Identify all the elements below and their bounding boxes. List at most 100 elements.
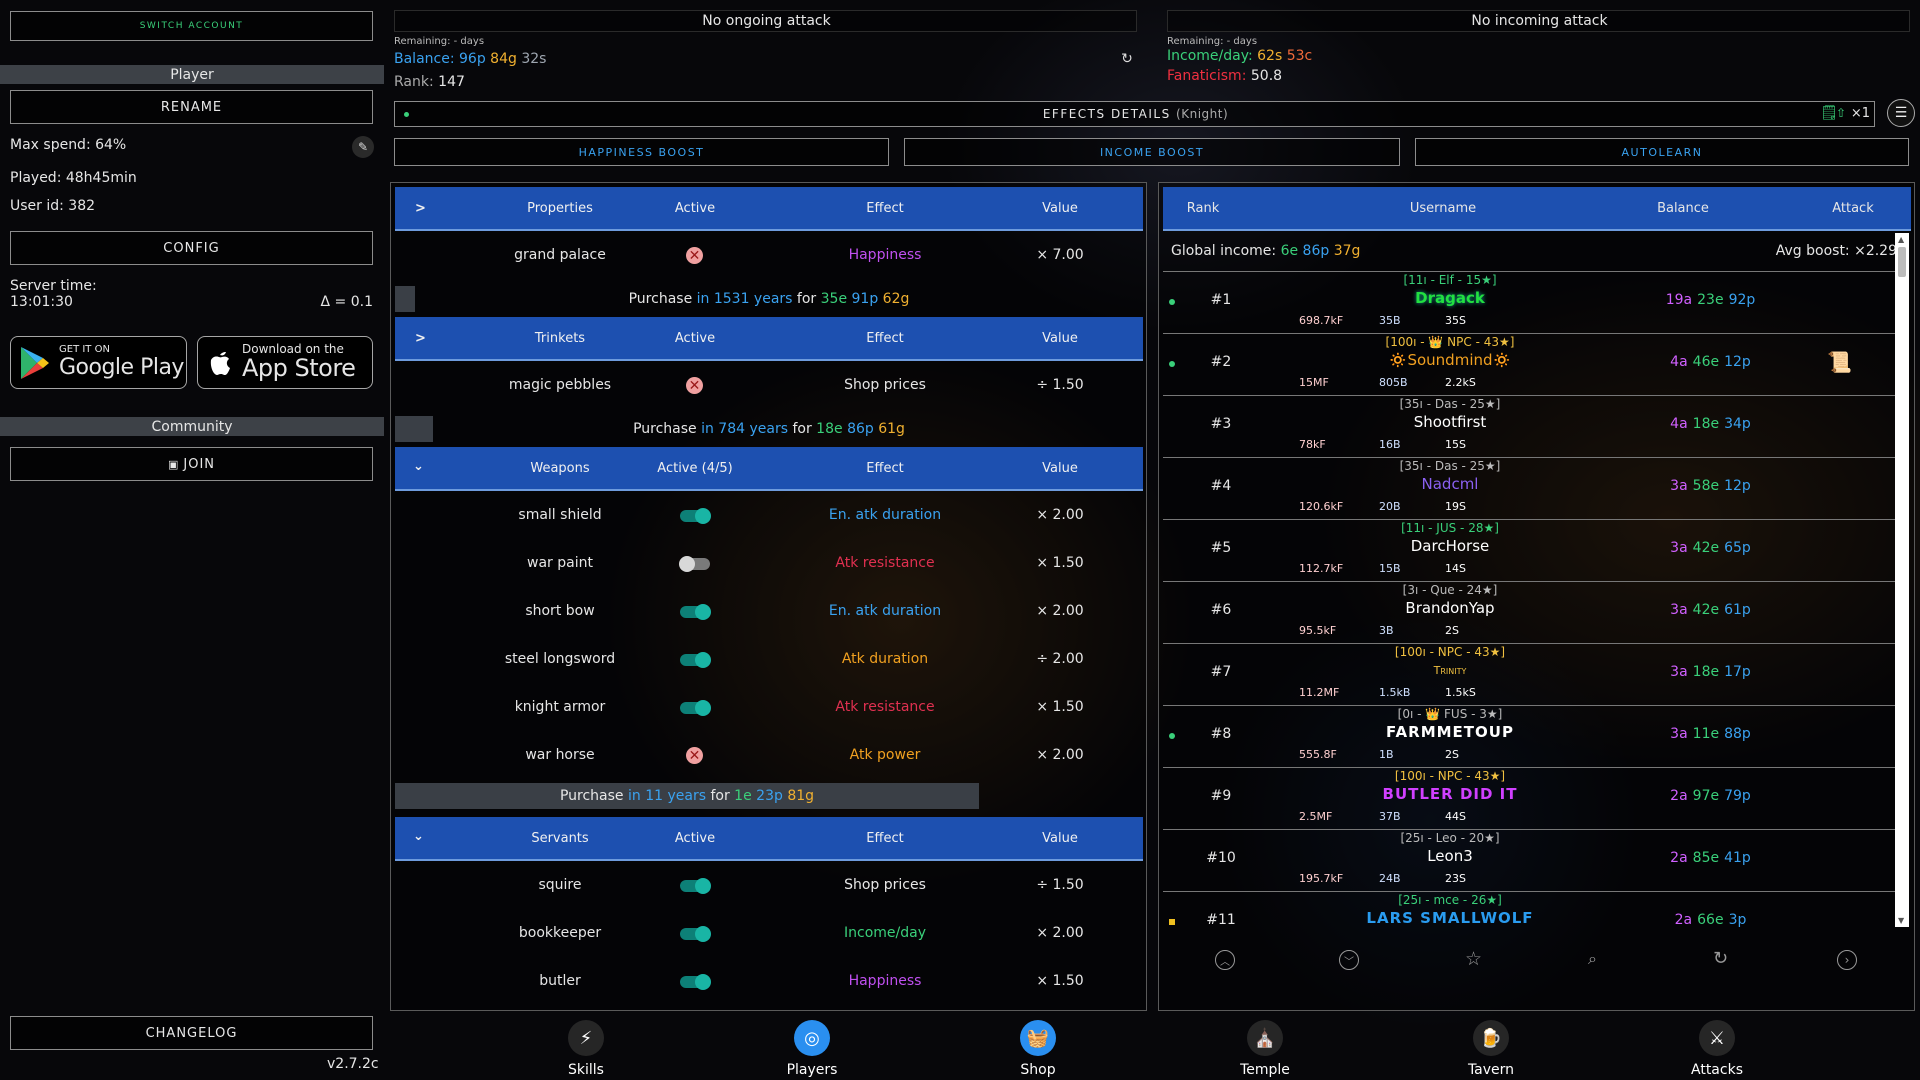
player-username[interactable]: Leon3 xyxy=(1295,847,1605,865)
active-toggle[interactable] xyxy=(680,604,711,620)
player-username[interactable]: FARMMETOUP xyxy=(1295,723,1605,741)
player-row[interactable]: #11 [25ı - mce - 26★] LARS SMALLWOLF 2a 66e 3… xyxy=(1163,892,1903,927)
weapons-purchase-line[interactable]: Purchase in 11 years for 1e 23p 81g xyxy=(395,783,979,809)
nav-shop[interactable]: 🧺 Shop xyxy=(1008,1020,1068,1078)
player-row[interactable]: #7 [100ı - NPC - 43★] Trinity 11.2MF 1.5kB 1.… xyxy=(1163,644,1903,706)
nav-temple[interactable]: ⛪ Temple xyxy=(1235,1020,1295,1078)
player-row[interactable]: #6 [3ı - Que - 24★] BrandonYap 95.5kF 3B 2S 3a… xyxy=(1163,582,1903,644)
item-effect: Shop prices xyxy=(844,377,926,393)
player-stat: 195.7kF xyxy=(1299,872,1344,885)
player-balance: 3a 11e 88p xyxy=(1563,726,1863,742)
player-username[interactable]: LARS SMALLWOLF xyxy=(1295,909,1605,927)
scroll-bottom-button[interactable]: ﹀ xyxy=(1339,950,1359,970)
player-row[interactable]: #5 [11ı - JUS - 28★] DarcHorse 112.7kF 15B 14… xyxy=(1163,520,1903,582)
scroll-up-arrow[interactable]: ▲ xyxy=(1898,235,1904,244)
rename-button[interactable]: RENAME xyxy=(10,90,373,124)
balance-part: 97e xyxy=(1692,788,1720,804)
servants-header[interactable]: ⌄ Servants Active Effect Value xyxy=(395,817,1143,861)
list-icon: ☰ xyxy=(1894,105,1908,121)
nav-attacks[interactable]: ⚔ Attacks xyxy=(1687,1020,1747,1078)
scroll-top-button[interactable]: ︿ xyxy=(1215,950,1235,970)
player-username[interactable]: DarcHorse xyxy=(1295,537,1605,555)
player-username[interactable]: Nadcml xyxy=(1295,475,1605,493)
active-toggle[interactable] xyxy=(680,926,711,942)
active-toggle[interactable] xyxy=(680,652,711,668)
scrollbar[interactable]: ▲ ▼ xyxy=(1895,233,1909,927)
properties-active-col: Active xyxy=(674,201,716,216)
balance-s: 32s xyxy=(521,51,547,67)
outgoing-remaining: Remaining: - days xyxy=(394,36,485,47)
player-stat: 44S xyxy=(1445,810,1466,823)
purchase-p: 91p xyxy=(851,291,879,307)
player-meta: [100ı - 👑 NPC - 43★] xyxy=(1385,335,1515,349)
basket-icon: 🧺 xyxy=(1020,1020,1056,1056)
menu-button[interactable]: ☰ xyxy=(1887,99,1915,127)
purchase-when: in 1531 years xyxy=(696,291,793,307)
player-row[interactable]: #1 [11ı - Elf - 15★] Dragack 698.7kF 35B 35S 1… xyxy=(1163,272,1903,334)
scroll-icon[interactable]: 📜 xyxy=(1827,350,1852,374)
properties-purchase-line[interactable]: Purchase in 1531 years for 35e 91p 62g xyxy=(395,286,1143,312)
favorites-star-icon[interactable]: ☆ xyxy=(1465,948,1482,970)
item-name: grand palace xyxy=(514,247,606,263)
balance-part: 79p xyxy=(1724,788,1751,804)
nav-tavern[interactable]: 🍺 Tavern xyxy=(1461,1020,1521,1078)
player-username[interactable]: BrandonYap xyxy=(1295,599,1605,617)
rank-col[interactable]: Rank xyxy=(1173,201,1233,216)
nav-skills[interactable]: ⚡ Skills xyxy=(556,1020,616,1078)
player-username[interactable]: Dragack xyxy=(1295,289,1605,307)
search-icon[interactable]: ⌕ xyxy=(1588,949,1597,969)
active-toggle[interactable] xyxy=(680,700,711,716)
player-username[interactable]: Trinity xyxy=(1295,664,1605,677)
shop-item-row: war paint Atk resistance × 1.50 xyxy=(395,539,1143,587)
google-play-badge[interactable]: GET IT ON Google Play xyxy=(10,336,187,389)
happiness-boost-button[interactable]: HAPPINESS BOOST xyxy=(394,138,889,166)
effects-details-bar[interactable]: EFFECTS DETAILS (Knight) 🗒 ⇧ ×1 xyxy=(394,101,1875,127)
player-row[interactable]: #3 [35ı - Das - 25★] Shootfirst 78kF 16B 15S 4… xyxy=(1163,396,1903,458)
app-store-badge[interactable]: Download on the App Store xyxy=(197,336,373,389)
player-row[interactable]: #9 [100ı - NPC - 43★] BUTLER DID IT 2.5MF 37… xyxy=(1163,768,1903,830)
inactive-x-icon[interactable]: ✕ xyxy=(686,247,703,264)
scroll-thumb[interactable] xyxy=(1898,247,1906,277)
player-stat: 95.5kF xyxy=(1299,624,1337,637)
active-toggle[interactable] xyxy=(680,878,711,894)
shop-item-row: butler Happiness × 1.50 xyxy=(395,957,1143,1005)
item-effect: En. atk duration xyxy=(828,603,942,619)
status-dot xyxy=(1169,361,1175,367)
next-page-button[interactable]: › xyxy=(1837,950,1857,970)
income-boost-button[interactable]: INCOME BOOST xyxy=(904,138,1400,166)
nav-players[interactable]: ◎ Players xyxy=(782,1020,842,1078)
player-username[interactable]: Shootfirst xyxy=(1295,413,1605,431)
google-play-big-text: Google Play xyxy=(59,355,184,380)
trinkets-purchase-line[interactable]: Purchase in 784 years for 18e 86p 61g xyxy=(395,416,1143,442)
google-play-small-text: GET IT ON xyxy=(59,344,110,355)
active-toggle[interactable] xyxy=(680,508,711,524)
player-row[interactable]: #8 [0ı - 👑 FUS - 3★] FARMMETOUP 555.8F 1B 2S 3… xyxy=(1163,706,1903,768)
inactive-x-icon[interactable]: ✕ xyxy=(686,377,703,394)
inactive-x-icon[interactable]: ✕ xyxy=(686,747,703,764)
nav-players-label: Players xyxy=(786,1062,838,1078)
properties-header[interactable]: > Properties Active Effect Value xyxy=(395,187,1143,231)
refresh-balance-button[interactable]: ↻ xyxy=(1118,50,1136,68)
weapons-effect-col: Effect xyxy=(866,461,904,476)
username-col[interactable]: Username xyxy=(1343,201,1543,216)
target-icon: ◎ xyxy=(794,1020,830,1056)
join-button[interactable]: ▣ JOIN xyxy=(10,447,373,481)
player-row[interactable]: #4 [35ı - Das - 25★] Nadcml 120.6kF 20B 19S 3a… xyxy=(1163,458,1903,520)
trinkets-header[interactable]: > Trinkets Active Effect Value xyxy=(395,317,1143,361)
active-toggle[interactable] xyxy=(679,556,710,572)
weapons-header[interactable]: ⌄ Weapons Active (4/5) Effect Value xyxy=(395,447,1143,491)
switch-account-button[interactable]: SWITCH ACCOUNT xyxy=(10,11,373,41)
scroll-down-arrow[interactable]: ▼ xyxy=(1898,916,1904,925)
player-row[interactable]: #10 [25ı - Leo - 20★] Leon3 195.7kF 24B 23S 2a… xyxy=(1163,830,1903,892)
player-row[interactable]: #2 [100ı - 👑 NPC - 43★] 🔅Soundmind🔅 15MF 805… xyxy=(1163,334,1903,396)
edit-max-spend-button[interactable]: ✎ xyxy=(352,136,374,158)
player-username[interactable]: 🔅Soundmind🔅 xyxy=(1295,351,1605,369)
config-button[interactable]: CONFIG xyxy=(10,231,373,265)
refresh-icon[interactable]: ↻ xyxy=(1713,948,1728,969)
player-username[interactable]: BUTLER DID IT xyxy=(1295,785,1605,803)
changelog-button[interactable]: CHANGELOG xyxy=(10,1016,373,1050)
active-toggle[interactable] xyxy=(680,974,711,990)
global-income-g: 37g xyxy=(1333,243,1361,259)
autolearn-button[interactable]: AUTOLEARN xyxy=(1415,138,1909,166)
balance-col[interactable]: Balance xyxy=(1633,201,1733,216)
